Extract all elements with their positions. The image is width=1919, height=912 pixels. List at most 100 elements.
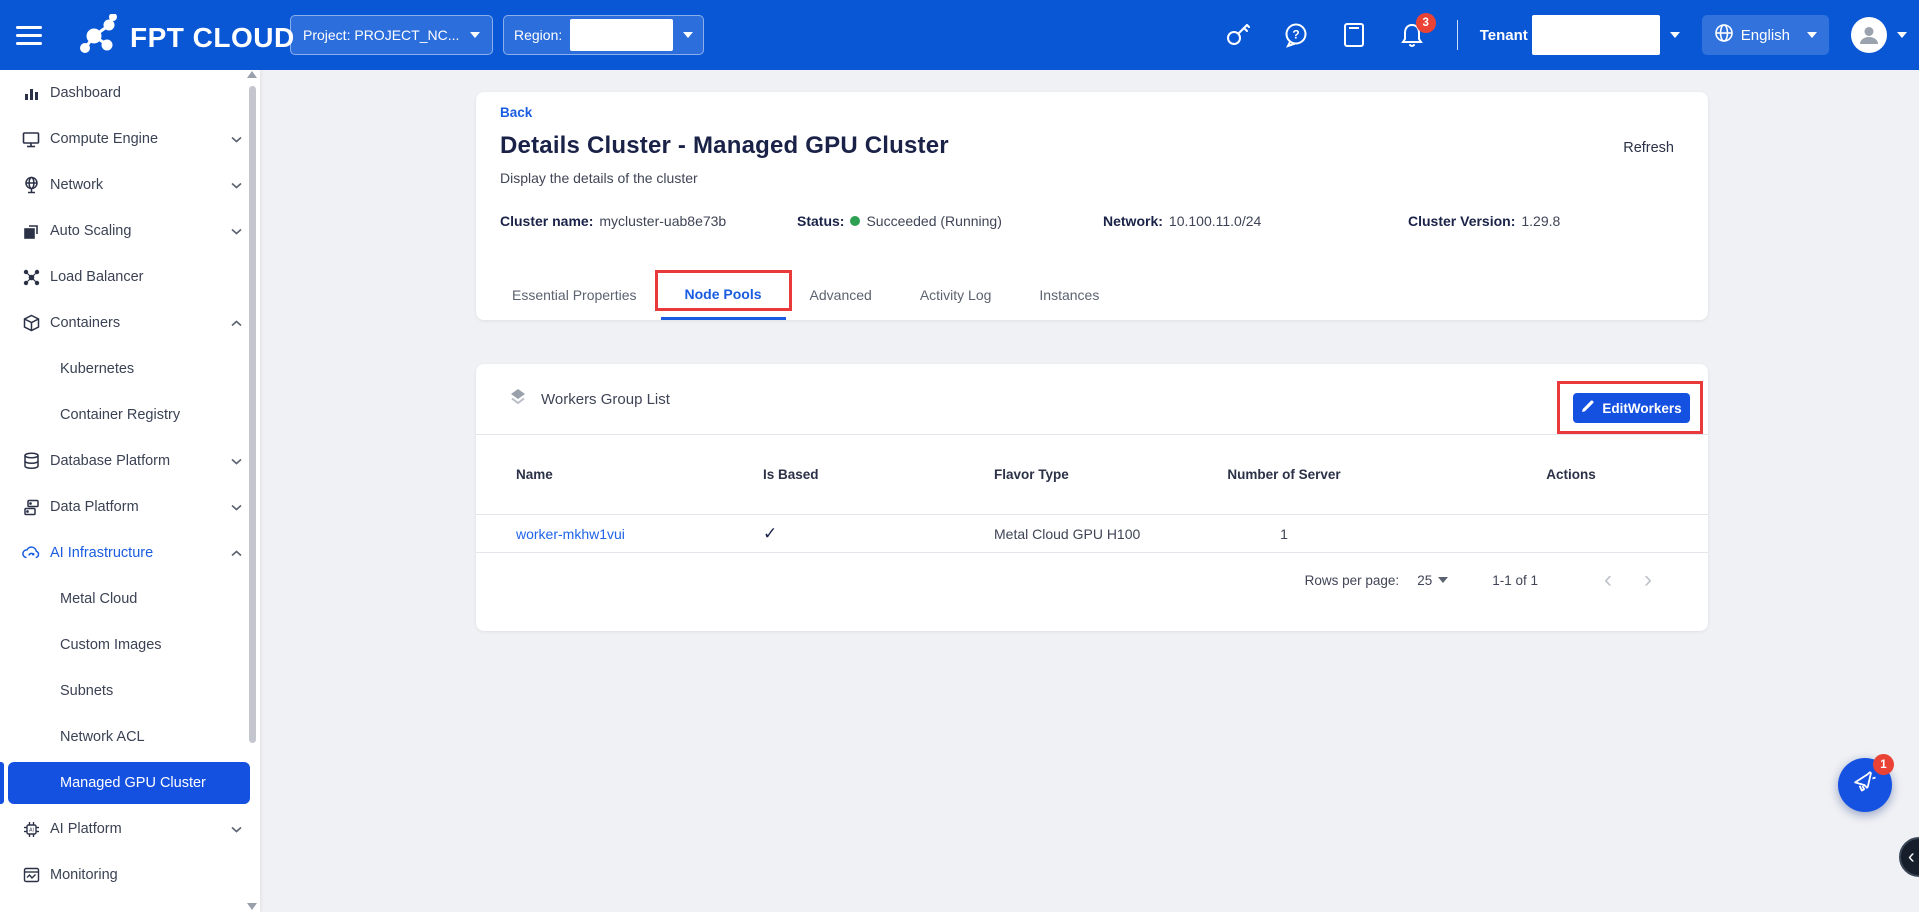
sidebar-item-subnets[interactable]: Subnets [0, 668, 260, 714]
checkmark-icon: ✓ [763, 524, 777, 543]
region-value-redacted [570, 19, 673, 51]
ai-cloud-icon [22, 545, 40, 561]
back-link[interactable]: Back [500, 105, 532, 120]
notifications-bell-icon[interactable]: 3 [1397, 20, 1427, 50]
svg-text:AI: AI [29, 827, 34, 833]
next-page-icon[interactable]: › [1628, 568, 1668, 592]
sidebar-nav: Dashboard Compute Engine Network Auto Sc… [0, 70, 260, 912]
chevron-down-icon [1807, 32, 1817, 38]
chevron-down-icon[interactable] [1670, 32, 1680, 38]
col-header-number-of-server: Number of Server [1184, 467, 1384, 482]
project-selector-label: Project: PROJECT_NC... [303, 27, 460, 43]
announcements-fab[interactable]: 1 [1838, 758, 1892, 812]
cluster-network-info: Network: 10.100.11.0/24 [1103, 213, 1261, 229]
chevron-down-icon [470, 32, 480, 38]
chevron-up-icon [231, 320, 242, 327]
sidebar-item-data-platform[interactable]: Data Platform [0, 484, 260, 530]
page-title: Details Cluster - Managed GPU Cluster [500, 132, 949, 160]
sidebar-item-auto-scaling[interactable]: Auto Scaling [0, 208, 260, 254]
workers-group-header: Workers Group List EditWorkers [476, 364, 1708, 435]
tenant-label: Tenant [1480, 27, 1528, 44]
table-pagination: Rows per page: 25 1-1 of 1 ‹ › [476, 553, 1708, 607]
cluster-version-info: Cluster Version: 1.29.8 [1408, 213, 1560, 229]
tab-essential-properties[interactable]: Essential Properties [488, 270, 661, 320]
sidebar-item-containers[interactable]: Containers [0, 300, 260, 346]
sidebar-item-ai-platform[interactable]: AI AI Platform [0, 806, 260, 852]
sidebar-item-container-registry[interactable]: Container Registry [0, 392, 260, 438]
sidebar-scrollbar[interactable] [249, 86, 256, 743]
chevron-down-icon [683, 32, 693, 38]
flavor-type-cell: Metal Cloud GPU H100 [994, 526, 1184, 542]
layers-icon [508, 387, 528, 412]
sidebar-item-monitoring[interactable]: Monitoring [0, 852, 260, 898]
globe-icon [1714, 23, 1734, 47]
bar-chart-icon [22, 85, 40, 102]
brand-name: FPT CLOUD [130, 22, 295, 54]
sidebar-scroll-up-icon[interactable] [247, 71, 257, 78]
col-header-is-based: Is Based [763, 467, 994, 482]
megaphone-icon [1851, 770, 1879, 801]
chevron-down-icon[interactable] [1897, 32, 1907, 38]
sidebar-item-custom-images[interactable]: Custom Images [0, 622, 260, 668]
menu-icon[interactable] [16, 21, 46, 49]
project-selector[interactable]: Project: PROJECT_NC... [290, 15, 493, 55]
load-balancer-icon [22, 269, 40, 286]
region-selector[interactable]: Region: [503, 15, 704, 55]
package-box-icon [22, 314, 40, 332]
tab-node-pools[interactable]: Node Pools [661, 270, 786, 320]
sidebar-item-dashboard[interactable]: Dashboard [0, 70, 260, 116]
chevron-down-icon [231, 182, 242, 189]
sidebar-item-kubernetes[interactable]: Kubernetes [0, 346, 260, 392]
announcement-count-badge: 1 [1873, 754, 1894, 775]
user-avatar[interactable] [1851, 17, 1887, 53]
sidebar-item-compute-engine[interactable]: Compute Engine [0, 116, 260, 162]
page-subtitle: Display the details of the cluster [500, 170, 698, 186]
table-row: worker-mkhw1vui ✓ Metal Cloud GPU H100 1 [476, 515, 1708, 553]
sidebar-item-metal-cloud[interactable]: Metal Cloud [0, 576, 260, 622]
sidebar-item-database-platform[interactable]: Database Platform [0, 438, 260, 484]
sidebar-item-network[interactable]: Network [0, 162, 260, 208]
workers-group-title: Workers Group List [541, 391, 670, 408]
sidebar-item-load-balancer[interactable]: Load Balancer [0, 254, 260, 300]
tab-activity-log[interactable]: Activity Log [896, 270, 1016, 320]
worker-name-link[interactable]: worker-mkhw1vui [516, 526, 625, 542]
col-header-flavor-type: Flavor Type [994, 467, 1184, 482]
tenant-value-redacted[interactable] [1532, 15, 1660, 55]
language-selector[interactable]: English [1702, 15, 1829, 55]
number-of-server-cell: 1 [1184, 526, 1384, 542]
sidebar-scroll-down-icon[interactable] [247, 903, 257, 910]
chevron-down-icon [231, 458, 242, 465]
language-label: English [1741, 27, 1790, 44]
chevron-down-icon [231, 228, 242, 235]
tab-advanced[interactable]: Advanced [786, 270, 896, 320]
sidebar-item-managed-gpu-cluster[interactable]: Managed GPU Cluster [0, 760, 260, 806]
previous-page-icon[interactable]: ‹ [1588, 568, 1628, 592]
chip-icon: AI [22, 821, 40, 838]
database-icon [22, 452, 40, 470]
chevron-down-icon [231, 504, 242, 511]
monitoring-chart-icon [22, 867, 40, 883]
sidebar-item-ai-infrastructure[interactable]: AI Infrastructure [0, 530, 260, 576]
details-tab-bar: Essential Properties Node Pools Advanced… [488, 270, 1708, 320]
help-chat-icon[interactable]: ? [1281, 20, 1311, 50]
status-green-dot [850, 216, 860, 226]
active-item-accent [0, 762, 4, 804]
chat-widget-handle[interactable]: ‹ [1899, 837, 1919, 877]
topbar-right-cluster: ? 3 Tenant English [1195, 0, 1907, 70]
sidebar-item-network-acl[interactable]: Network ACL [0, 714, 260, 760]
data-servers-icon [22, 499, 40, 516]
edit-workers-button[interactable]: EditWorkers [1573, 393, 1690, 423]
chevron-down-icon [231, 826, 242, 833]
top-navbar: FPT CLOUD Project: PROJECT_NC... Region:… [0, 0, 1919, 70]
chevron-down-icon [231, 136, 242, 143]
refresh-button[interactable]: Refresh [1623, 140, 1674, 156]
rows-per-page-select[interactable]: 25 [1417, 573, 1448, 588]
cluster-name-info: Cluster name: mycluster-uab8e73b [500, 213, 726, 229]
svg-text:?: ? [1292, 28, 1299, 42]
globe-network-icon [22, 176, 40, 194]
cluster-status-info: Status: Succeeded (Running) [797, 213, 1002, 229]
docs-book-icon[interactable] [1339, 20, 1369, 50]
auto-scaling-icon [22, 223, 40, 240]
api-key-icon[interactable] [1223, 20, 1253, 50]
tab-instances[interactable]: Instances [1015, 270, 1123, 320]
